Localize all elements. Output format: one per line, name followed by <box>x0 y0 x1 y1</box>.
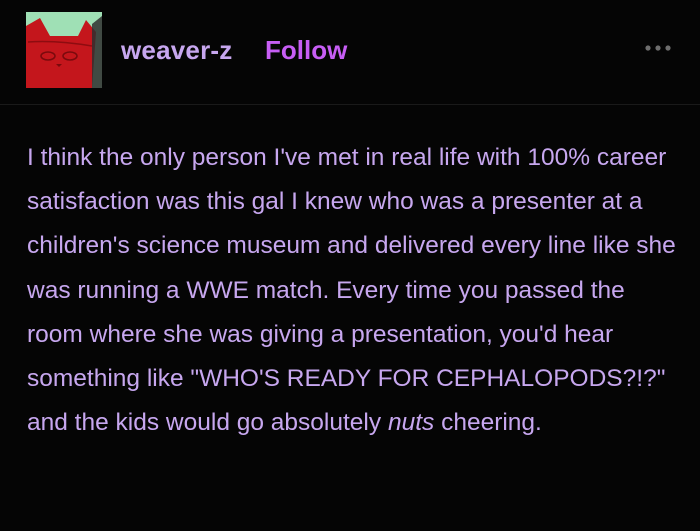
more-options-button[interactable] <box>640 36 680 60</box>
more-horizontal-icon <box>645 45 671 51</box>
post-header: weaver-z Follow <box>0 0 700 105</box>
post-text-emphasis: nuts <box>387 409 435 437</box>
post-text: I think the only person I've met in real… <box>27 136 687 445</box>
post-text-end: cheering. <box>434 409 542 437</box>
post-body: I think the only person I've met in real… <box>27 136 687 445</box>
username-link[interactable]: weaver-z <box>121 34 232 66</box>
follow-button[interactable]: Follow <box>265 34 347 66</box>
post-text-main: I think the only person I've met in real… <box>27 144 676 437</box>
avatar[interactable] <box>26 12 102 88</box>
cat-avatar-icon <box>26 12 102 88</box>
